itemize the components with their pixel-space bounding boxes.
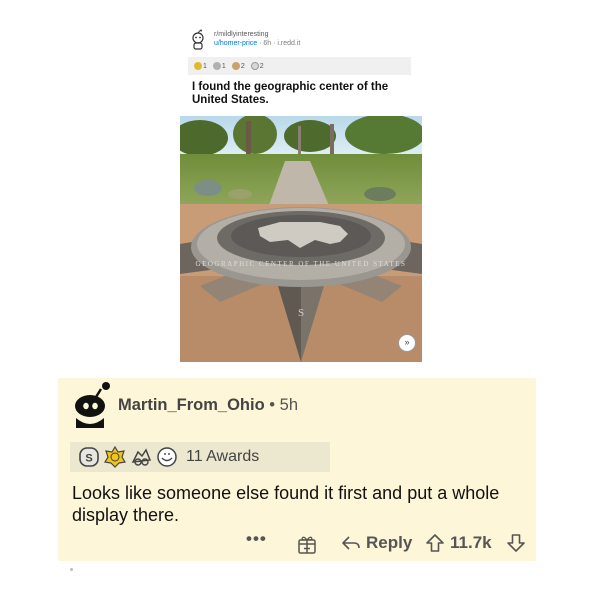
svg-text:S: S (85, 453, 92, 465)
ring-text: GEOGRAPHIC CENTER OF THE UNITED STATES (196, 260, 407, 268)
award-count: 1 (221, 62, 226, 70)
comment-body: Looks like someone else found it first a… (72, 483, 500, 525)
bravo-award-icon (131, 448, 152, 466)
post-image[interactable]: GEOGRAPHIC CENTER OF THE UNITED STATES S… (180, 116, 422, 362)
comment-card: Martin_From_Ohio • 5h S 11 Awards Looks … (58, 378, 536, 561)
more-options-button[interactable]: ••• (246, 529, 267, 549)
comment-time: 5h (279, 396, 299, 414)
stray-dot (70, 568, 73, 571)
upvote-arrow-icon (426, 534, 444, 552)
award-count: 1 (203, 62, 207, 70)
downvote-button[interactable] (506, 533, 526, 553)
post-title[interactable]: I found the geographic center of the Uni… (192, 81, 412, 107)
expand-chevron-icon[interactable]: » (398, 334, 416, 352)
subreddit-link[interactable]: r/mildlyinteresting (214, 30, 300, 39)
reply-arrow-icon (342, 536, 360, 550)
upvote-button[interactable]: 11.7k (425, 533, 492, 553)
author-link[interactable]: u/homer-price (214, 40, 257, 47)
compass-letter: S (298, 307, 304, 319)
comment-actions: ••• Reply 11.7k (238, 529, 528, 557)
reddit-snoo-icon[interactable] (188, 29, 208, 51)
comment-header: Martin_From_Ohio • 5h (118, 396, 298, 415)
gold-award-icon (104, 446, 126, 468)
comment-author[interactable]: Martin_From_Ohio (118, 396, 265, 414)
comment-awards-bar[interactable]: S 11 Awards (70, 442, 330, 472)
vote-score: 11.7k (450, 533, 492, 552)
award-count: 2 (240, 62, 245, 70)
gold-award-icon (194, 62, 202, 70)
separator-dot: • (269, 396, 276, 414)
smile-award-icon (157, 447, 177, 467)
post-header: r/mildlyinteresting u/homer-price · 6h ·… (180, 25, 422, 53)
gift-award-icon (298, 536, 316, 554)
wholesome-award-icon (231, 62, 240, 70)
post-card: r/mildlyinteresting u/homer-price · 6h ·… (180, 25, 422, 362)
post-time-domain: · 6h · i.redd.it (257, 40, 301, 47)
user-avatar[interactable] (66, 382, 112, 428)
post-meta: r/mildlyinteresting u/homer-price · 6h ·… (214, 30, 300, 48)
post-awards-bar[interactable]: 1 1 2 2 (188, 57, 411, 75)
geographic-center-photo: GEOGRAPHIC CENTER OF THE UNITED STATES S (180, 116, 422, 362)
awards-count: 11 Awards (186, 448, 260, 465)
reply-button[interactable]: Reply (341, 533, 412, 553)
silver-award-icon (250, 62, 259, 70)
reply-label: Reply (366, 533, 413, 552)
helpful-award-icon (212, 62, 221, 70)
downvote-arrow-icon (507, 534, 525, 552)
silver-award-icon: S (79, 447, 99, 467)
give-award-button[interactable] (296, 533, 318, 555)
award-count: 2 (259, 62, 264, 70)
